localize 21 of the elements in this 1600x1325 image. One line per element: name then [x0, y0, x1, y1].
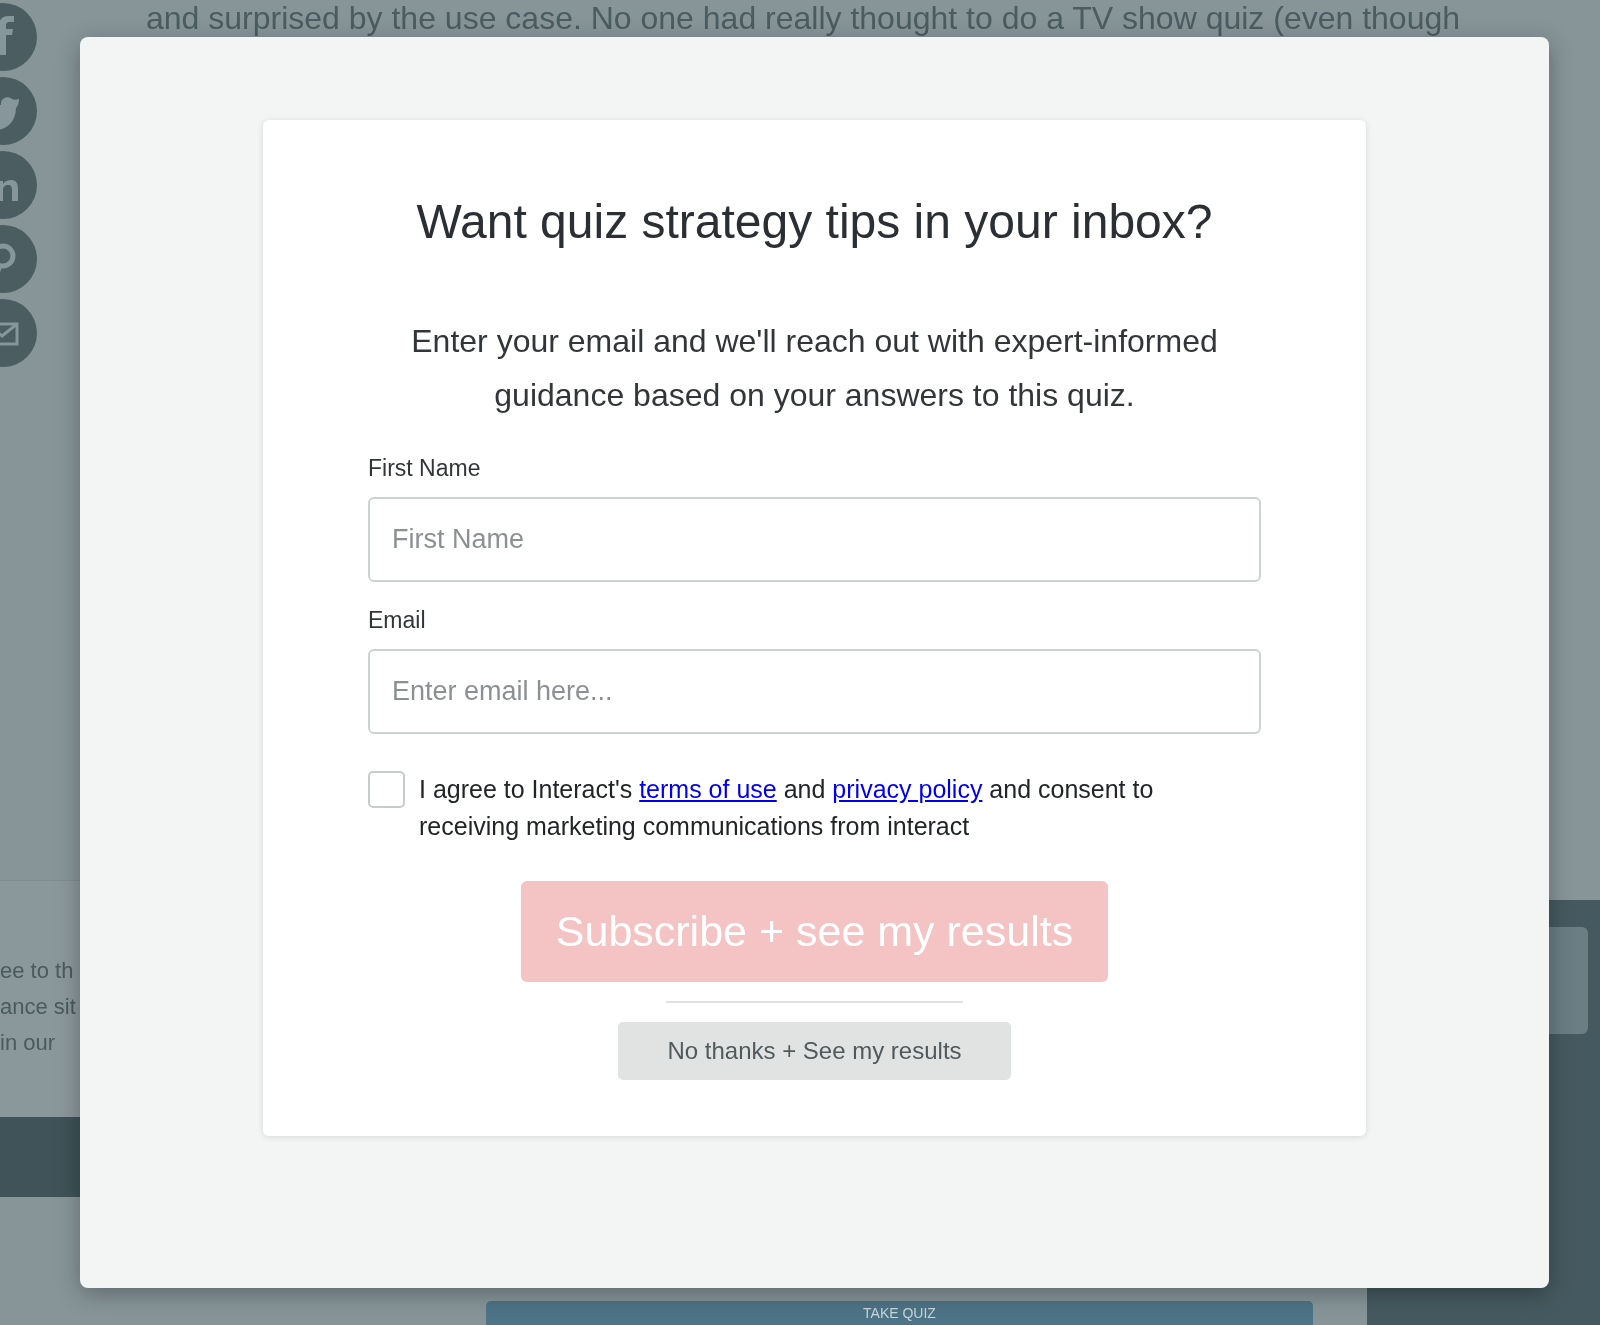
text-link[interactable]: terms of use [639, 775, 777, 803]
field-label: Email [368, 606, 426, 634]
p-logo-icon[interactable] [0, 225, 37, 293]
quiz-button[interactable]: TAKE QUIZ [486, 1301, 1313, 1325]
text-link[interactable]: privacy policy [832, 775, 983, 803]
consent-checkbox[interactable] [368, 771, 405, 808]
decline-button[interactable]: No thanks + See my results [618, 1022, 1011, 1080]
modal-description: Enter your email and we'll reach out with expert-informed guidance based on your answers to this quiz. [410, 322, 1219, 415]
consent-text: I agree to Interact's terms of use and privacy policy and consent to receiving marketing communications from interact [419, 774, 1155, 842]
text-fragment: ee to th [0, 957, 74, 985]
text-input[interactable]: First Name [368, 497, 1261, 582]
f-logo-icon[interactable] [0, 3, 37, 71]
envelope-icon[interactable] [0, 299, 37, 367]
article-text: and surprised by the use case. No one had really thought to do a TV show quiz (even though [146, 1, 1461, 35]
bird-icon[interactable] [0, 77, 37, 145]
text-fragment: ance sit [0, 993, 76, 1021]
modal-title: Want quiz strategy tips in your inbox? [416, 194, 1213, 250]
in-logo-icon[interactable] [0, 151, 37, 219]
text-input[interactable]: Enter email here... [368, 649, 1261, 734]
text-fragment: in our [0, 1029, 56, 1057]
field-label: First Name [368, 454, 481, 482]
